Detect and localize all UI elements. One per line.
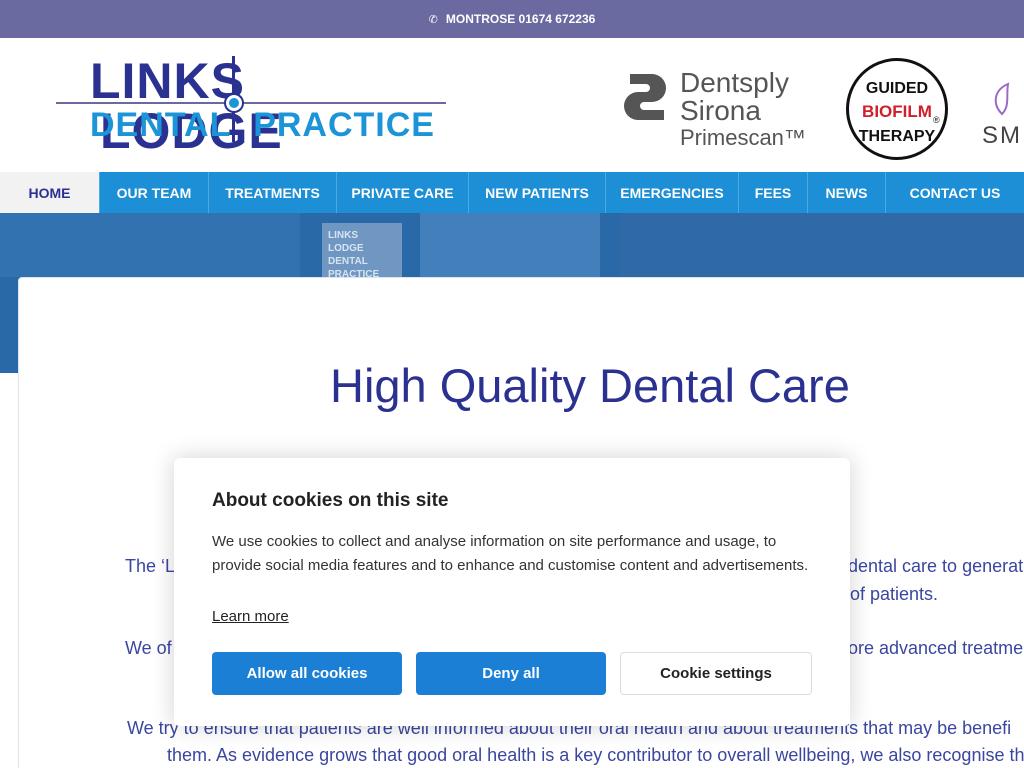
svg-text:®: ® bbox=[933, 115, 940, 125]
dentsply-sirona-logo: Dentsply Sirona Primescan™ bbox=[624, 68, 824, 150]
nav-item-home[interactable]: HOME bbox=[0, 172, 100, 213]
phone-icon: ✆ bbox=[428, 13, 438, 26]
intro-paragraph-end: dental care to generati bbox=[848, 556, 1024, 576]
smile-partner-logo: SM bbox=[982, 78, 1024, 158]
dentsply-line3: Primescan™ bbox=[680, 125, 806, 150]
hero-practice-sign: LINKS LODGE DENTAL PRACTICE bbox=[322, 223, 402, 280]
page-title: High Quality Dental Care bbox=[330, 359, 850, 412]
dentsply-mark-icon bbox=[624, 74, 666, 120]
main-nav: HOME OUR TEAM TREATMENTS PRIVATE CARE NE… bbox=[0, 172, 1024, 213]
smile-leaf-icon bbox=[994, 82, 1010, 116]
nav-item-private-care[interactable]: PRIVATE CARE bbox=[337, 172, 469, 213]
nav-item-news[interactable]: NEWS bbox=[808, 172, 886, 213]
learn-more-link[interactable]: Learn more bbox=[212, 608, 289, 625]
cookie-consent-dialog: About cookies on this site We use cookie… bbox=[174, 458, 850, 726]
site-logo[interactable]: LINKS LODGE DENTAL PRACTICE bbox=[56, 56, 448, 156]
svg-text:GUIDED: GUIDED bbox=[866, 80, 928, 97]
svg-text:THERAPY: THERAPY bbox=[859, 128, 936, 145]
logo-dot bbox=[226, 95, 242, 111]
top-contact-bar: ✆ MONTROSE 01674 672236 bbox=[0, 0, 1024, 38]
services-paragraph-end: ore advanced treatme bbox=[848, 638, 1024, 658]
cookie-settings-button[interactable]: Cookie settings bbox=[620, 652, 812, 695]
nav-item-new-patients[interactable]: NEW PATIENTS bbox=[469, 172, 606, 213]
nav-item-treatments[interactable]: TREATMENTS bbox=[209, 172, 337, 213]
dentsply-line1: Dentsply bbox=[680, 67, 789, 98]
nav-item-emergencies[interactable]: EMERGENCIES bbox=[606, 172, 739, 213]
cookie-heading: About cookies on this site bbox=[212, 490, 449, 511]
phone-number[interactable]: MONTROSE 01674 672236 bbox=[446, 12, 595, 26]
nav-item-contact-us[interactable]: CONTACT US bbox=[886, 172, 1024, 213]
hero-building-right bbox=[620, 213, 1024, 277]
guided-biofilm-therapy-logo: GUIDED BIOFILM THERAPY ® bbox=[846, 58, 948, 160]
services-paragraph-start: We of bbox=[125, 638, 172, 658]
svg-text:BIOFILM: BIOFILM bbox=[862, 102, 932, 121]
cookie-body-text: We use cookies to collect and analyse in… bbox=[212, 533, 809, 574]
smile-text: SM bbox=[982, 122, 1022, 149]
intro-paragraph-start: The ‘L bbox=[125, 556, 176, 576]
logo-line2: DENTAL PRACTICE bbox=[90, 106, 435, 144]
info-paragraph-line2: them. As evidence grows that good oral h… bbox=[167, 745, 1024, 765]
intro-paragraph-end-line2: of patients. bbox=[850, 584, 939, 604]
hero-building-left bbox=[0, 213, 300, 277]
hero-building-center bbox=[420, 213, 600, 277]
nav-item-our-team[interactable]: OUR TEAM bbox=[100, 172, 209, 213]
allow-all-cookies-button[interactable]: Allow all cookies bbox=[212, 652, 402, 695]
deny-all-button[interactable]: Deny all bbox=[416, 652, 606, 695]
site-header: LINKS LODGE DENTAL PRACTICE Dentsply Sir… bbox=[0, 38, 1024, 172]
nav-item-fees[interactable]: FEES bbox=[739, 172, 808, 213]
dentsply-line2: Sirona bbox=[680, 95, 761, 126]
